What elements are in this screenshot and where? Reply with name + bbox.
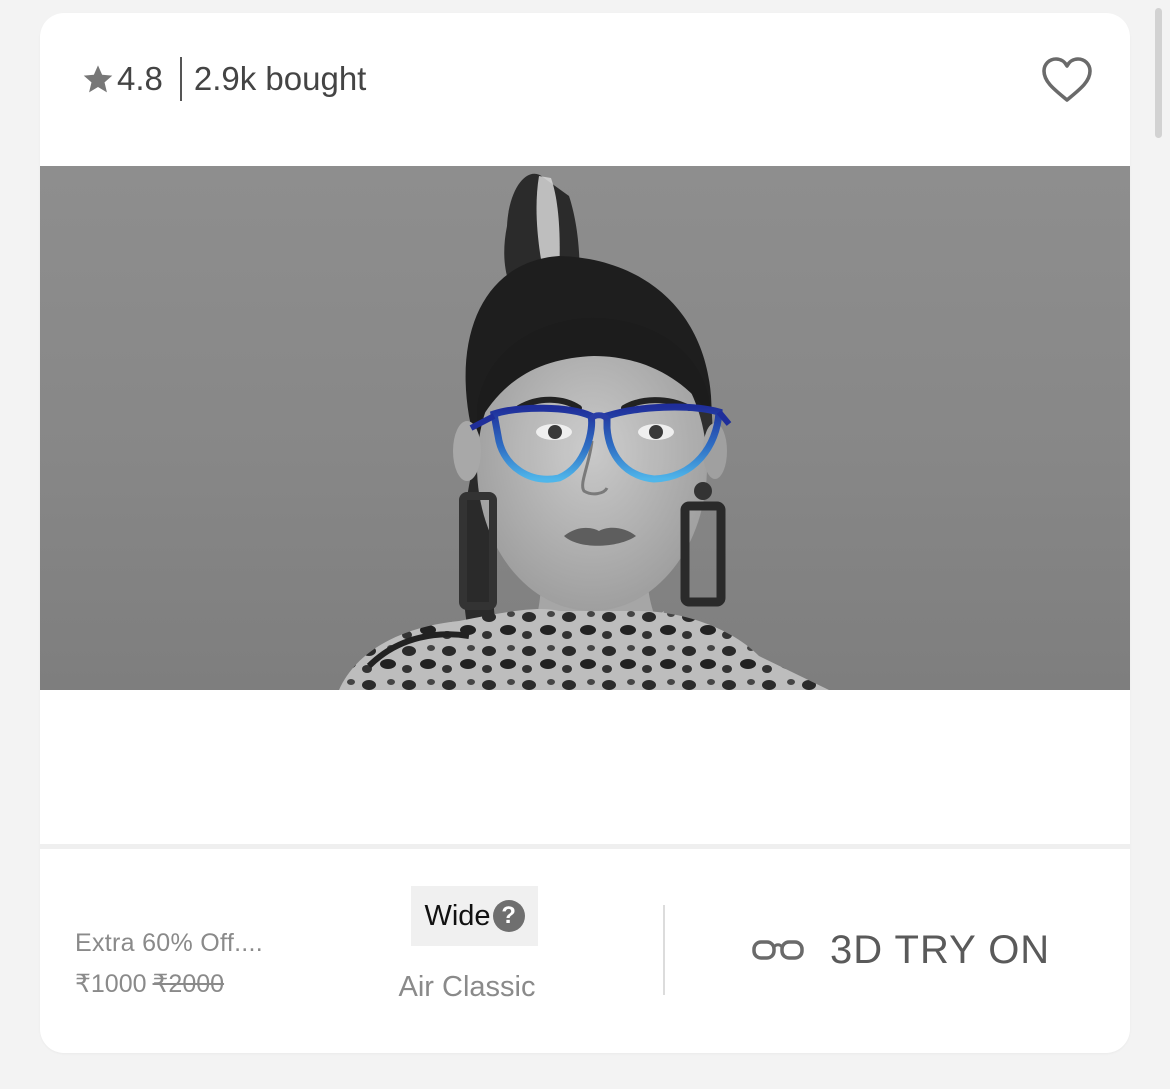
heart-outline-icon: [1042, 57, 1092, 102]
product-image[interactable]: [40, 166, 1130, 690]
model-portrait: [339, 173, 829, 690]
rating-value: 4.8: [117, 60, 163, 97]
bought-count: 2.9k bought: [193, 60, 367, 97]
card-footer: Extra 60% Off.... ₹1000 ₹2000 Wide ? Air …: [40, 849, 1130, 1053]
product-card[interactable]: 4.8 2.9k bought Extra 60% Off.... ₹1000 …: [40, 13, 1130, 1053]
rating-divider: [179, 57, 182, 101]
scrollbar[interactable]: [1155, 8, 1162, 138]
offer-text: Extra 60% Off....: [75, 929, 264, 957]
original-price: ₹2000: [152, 970, 225, 998]
try-on-button[interactable]: 3D TRY ON: [752, 925, 1050, 975]
glasses-icon: [752, 940, 804, 960]
star-icon: [83, 65, 113, 93]
collection-name: Air Classic: [398, 971, 536, 1003]
question-circle-icon[interactable]: ?: [492, 900, 525, 932]
try-on-label: 3D TRY ON: [830, 927, 1051, 972]
fit-size-badge[interactable]: Wide ?: [411, 886, 538, 946]
selling-price: ₹1000: [75, 970, 147, 998]
card-header: 4.8 2.9k bought: [40, 13, 1130, 165]
wishlist-button[interactable]: [1040, 53, 1094, 107]
fit-size-label: Wide: [424, 899, 491, 932]
rating-summary: 4.8 2.9k bought: [82, 55, 366, 103]
price-row: ₹1000 ₹2000: [75, 969, 224, 999]
footer-divider: [663, 905, 665, 995]
